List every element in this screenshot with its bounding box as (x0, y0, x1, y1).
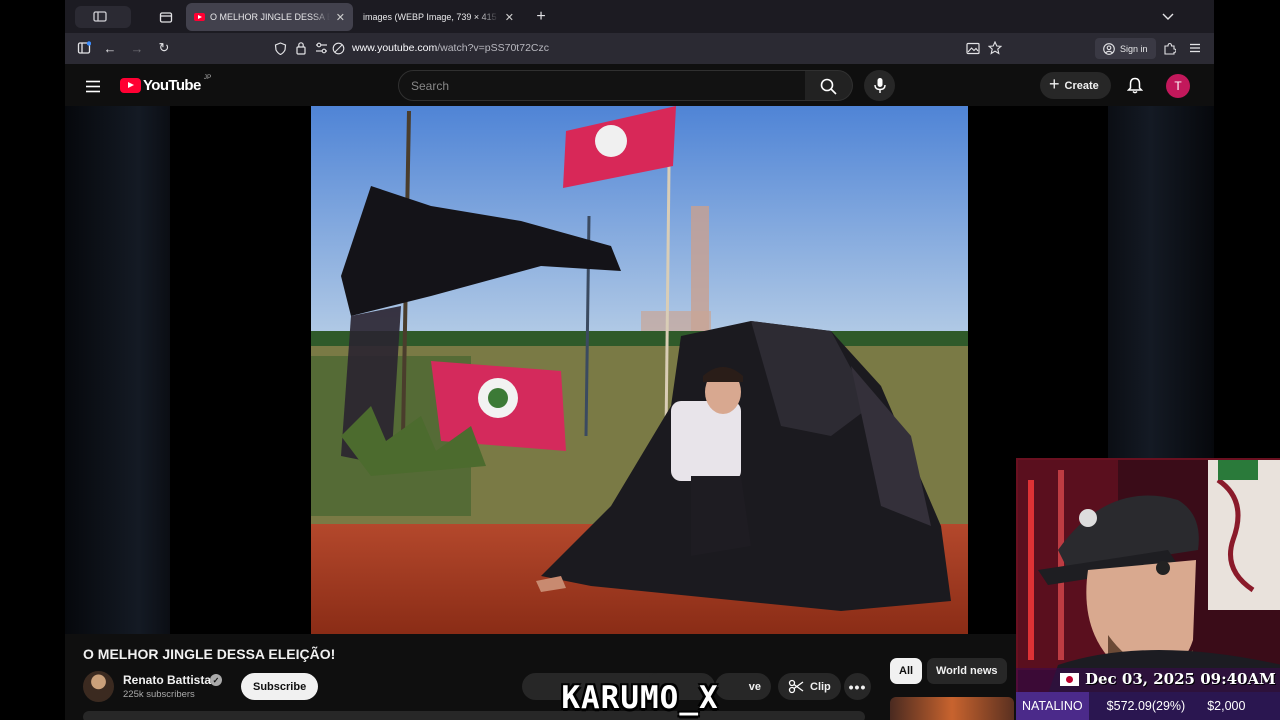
search-button[interactable] (805, 70, 853, 101)
close-icon[interactable]: ✕ (505, 11, 514, 24)
permissions-icon[interactable] (315, 42, 328, 54)
logo-text: YouTube (143, 77, 201, 94)
shield-icon (274, 42, 287, 55)
voice-search-button[interactable] (864, 70, 895, 101)
reload-icon: ↻ (158, 40, 170, 55)
star-icon[interactable] (988, 41, 1002, 55)
youtube-logo[interactable]: YouTube JP (120, 74, 212, 94)
scissors-icon (788, 679, 804, 694)
search-box (398, 70, 806, 101)
youtube-favicon-icon (194, 13, 205, 21)
ticker-goal: $2,000 (1207, 699, 1246, 713)
arrow-right-icon: → (130, 40, 144, 56)
chip-all[interactable]: All (890, 658, 923, 684)
reload-button[interactable]: ↻ (156, 40, 172, 56)
notifications-button[interactable] (1125, 75, 1145, 95)
chevron-down-icon (1162, 13, 1174, 20)
list-tabs-button[interactable] (1159, 8, 1177, 26)
create-label: Create (1064, 79, 1099, 92)
guide-menu-button[interactable] (82, 75, 104, 97)
more-icon: ••• (848, 678, 867, 695)
create-button[interactable]: + Create (1040, 72, 1111, 99)
extensions-button[interactable] (1161, 40, 1177, 56)
ticker-name: NATALINO (1016, 692, 1089, 720)
ambient-left (65, 106, 170, 634)
puzzle-icon (1163, 42, 1176, 55)
sidebar-panel-icon (77, 41, 91, 54)
sidebar-icon (93, 11, 107, 22)
tab-youtube[interactable]: O MELHOR JINGLE DESSA ELEIÇÃO! - YouTube… (186, 3, 353, 31)
video-frame[interactable] (311, 106, 968, 634)
search-input[interactable] (399, 71, 805, 100)
channel-name[interactable]: Renato Battista (123, 673, 211, 687)
search-icon (820, 78, 837, 95)
sidebar-toggle-button[interactable] (75, 6, 131, 28)
bell-icon (1127, 77, 1143, 93)
account-icon (1103, 42, 1115, 55)
tab-image[interactable]: images (WEBP Image, 739 × 415 pixels) ✕ (355, 3, 522, 31)
donation-ticker: NATALINO $572.09(29%) $2,000 (1016, 692, 1280, 720)
chip-world-news[interactable]: World news (927, 658, 1007, 684)
back-button[interactable]: ← (102, 40, 118, 56)
japan-flag-icon (1060, 673, 1079, 686)
arrow-left-icon: ← (103, 40, 117, 56)
country-code: JP (203, 74, 212, 81)
tab-bar: O MELHOR JINGLE DESSA ELEIÇÃO! - YouTube… (65, 0, 1214, 33)
lock-icon (296, 42, 306, 55)
tabs-icon (159, 12, 173, 23)
more-actions-button[interactable]: ••• (844, 673, 871, 700)
verified-check-icon: ✓ (210, 674, 222, 686)
tab-overview-button[interactable] (157, 8, 175, 26)
clip-button[interactable]: Clip (778, 673, 841, 700)
youtube-play-icon (120, 78, 141, 93)
screen: O MELHOR JINGLE DESSA ELEIÇÃO! - YouTube… (0, 0, 1280, 720)
save-label: ve (748, 680, 761, 693)
account-avatar[interactable]: T (1166, 74, 1190, 98)
tab-title: O MELHOR JINGLE DESSA ELEIÇÃO! - YouTube (210, 12, 330, 22)
new-tab-button[interactable]: + (532, 8, 550, 26)
video-scene (311, 106, 968, 634)
sign-in-button[interactable]: Sign in (1095, 38, 1156, 59)
subscriber-count: 225k subscribers (123, 689, 195, 700)
channel-avatar[interactable] (83, 671, 114, 702)
hamburger-icon (1190, 43, 1200, 53)
microphone-blocked-icon[interactable] (332, 42, 345, 55)
microphone-icon (874, 78, 886, 93)
url-bar[interactable]: www.youtube.com/watch?v=pSS70t72Czc (268, 37, 1008, 60)
forward-button[interactable]: → (129, 40, 145, 56)
nav-bar: ← → ↻ www.youtube.com/watch?v=pSS70t72Cz… (65, 33, 1214, 64)
tab-title: images (WEBP Image, 739 × 415 pixels) (363, 12, 499, 22)
plus-icon: + (536, 8, 546, 25)
sidebar-button[interactable] (76, 40, 92, 56)
video-title: O MELHOR JINGLE DESSA ELEIÇÃO! (83, 646, 336, 662)
clip-label: Clip (810, 680, 831, 693)
cam-date-text: Dec 03, 2025 09:40AM (1085, 670, 1276, 688)
hamburger-icon (86, 80, 100, 92)
ticker-value: $572.09(29%) (1106, 699, 1186, 713)
menu-button[interactable] (1187, 40, 1203, 56)
youtube-header: YouTube JP + Create T (65, 64, 1214, 106)
url-text: www.youtube.com/watch?v=pSS70t72Czc (352, 42, 549, 54)
streamer-name-overlay: KARUMO_X (561, 680, 719, 716)
sign-in-label: Sign in (1120, 43, 1148, 54)
plus-icon: + (1049, 74, 1060, 94)
picture-icon[interactable] (966, 42, 980, 55)
recommended-thumbnail[interactable] (890, 697, 1014, 720)
subscribe-button[interactable]: Subscribe (241, 673, 319, 700)
close-icon[interactable]: ✕ (336, 11, 345, 24)
